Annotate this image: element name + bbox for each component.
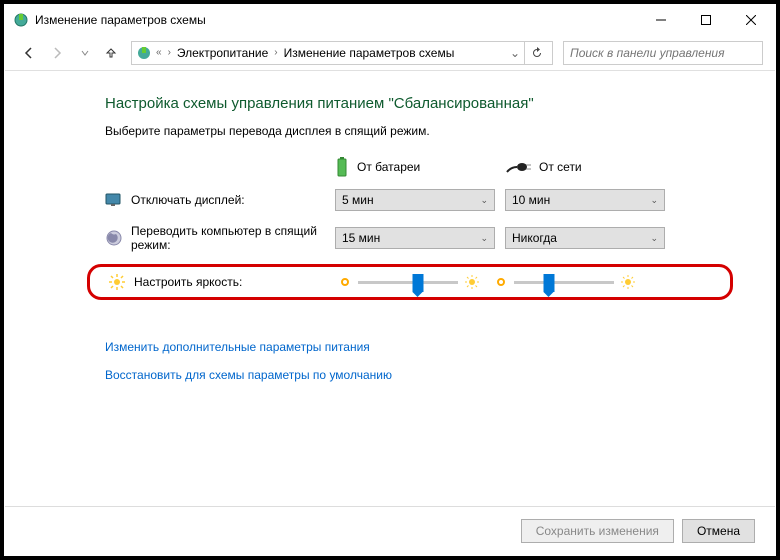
history-dropdown[interactable] <box>73 41 97 65</box>
display-icon <box>105 191 123 209</box>
column-battery-label: От батареи <box>357 160 420 174</box>
minimize-button[interactable] <box>638 5 683 35</box>
select-sleep-plugged[interactable]: Никогда⌄ <box>505 227 665 249</box>
breadcrumb[interactable]: « › Электропитание › Изменение параметро… <box>131 41 553 65</box>
chevron-down-icon: ⌄ <box>650 195 658 206</box>
slider-track[interactable] <box>514 281 614 284</box>
window-title: Изменение параметров схемы <box>35 13 638 27</box>
breadcrumb-dropdown[interactable]: ⌄ <box>506 46 524 60</box>
links-section: Изменить дополнительные параметры питани… <box>105 340 715 382</box>
content-area: Настройка схемы управления питанием "Сба… <box>5 71 775 506</box>
battery-icon <box>335 156 349 178</box>
column-battery: От батареи <box>335 156 505 178</box>
save-button: Сохранить изменения <box>521 519 674 543</box>
sun-small-icon <box>494 275 508 289</box>
slider-thumb[interactable] <box>413 274 424 292</box>
link-advanced[interactable]: Изменить дополнительные параметры питани… <box>105 340 715 354</box>
search-input[interactable] <box>570 46 756 60</box>
sleep-icon <box>105 229 123 247</box>
refresh-button[interactable] <box>524 41 548 65</box>
navigation-bar: « › Электропитание › Изменение параметро… <box>5 35 775 71</box>
power-icon <box>136 45 152 61</box>
columns-header: От батареи От сети <box>335 156 715 178</box>
sun-big-icon <box>620 274 636 290</box>
page-subheading: Выберите параметры перевода дисплея в сп… <box>105 124 715 138</box>
select-display-plugged[interactable]: 10 мин⌄ <box>505 189 665 211</box>
footer: Сохранить изменения Отмена <box>5 506 775 555</box>
breadcrumb-chevron-icon: « <box>156 47 162 58</box>
titlebar: Изменение параметров схемы <box>5 5 775 35</box>
brightness-slider-plugged <box>494 274 636 290</box>
sun-big-icon <box>464 274 480 290</box>
cancel-button[interactable]: Отмена <box>682 519 755 543</box>
chevron-down-icon: ⌄ <box>650 233 658 244</box>
link-restore[interactable]: Восстановить для схемы параметры по умол… <box>105 368 715 382</box>
column-plugged-label: От сети <box>539 160 582 174</box>
row-label: Настроить яркость: <box>134 275 338 289</box>
chevron-down-icon: ⌄ <box>480 233 488 244</box>
select-display-battery[interactable]: 5 мин⌄ <box>335 189 495 211</box>
breadcrumb-item[interactable]: Электропитание <box>177 46 268 60</box>
row-display-off: Отключать дисплей: 5 мин⌄ 10 мин⌄ <box>105 188 715 212</box>
back-button[interactable] <box>17 41 41 65</box>
maximize-button[interactable] <box>683 5 728 35</box>
close-button[interactable] <box>728 5 773 35</box>
plug-icon <box>505 160 531 174</box>
chevron-icon: › <box>274 47 277 58</box>
brightness-slider-battery <box>338 274 480 290</box>
sun-small-icon <box>338 275 352 289</box>
row-sleep: Переводить компьютер в спящий режим: 15 … <box>105 224 715 252</box>
search-box[interactable] <box>563 41 763 65</box>
select-sleep-battery[interactable]: 15 мин⌄ <box>335 227 495 249</box>
slider-track[interactable] <box>358 281 458 284</box>
up-button[interactable] <box>101 41 121 65</box>
power-options-icon <box>13 12 29 28</box>
forward-button[interactable] <box>45 41 69 65</box>
column-plugged: От сети <box>505 156 675 178</box>
page-heading: Настройка схемы управления питанием "Сба… <box>105 95 715 112</box>
row-label: Переводить компьютер в спящий режим: <box>131 224 335 252</box>
brightness-highlight: Настроить яркость: <box>87 264 733 300</box>
chevron-icon: › <box>168 47 171 58</box>
breadcrumb-item[interactable]: Изменение параметров схемы <box>284 46 455 60</box>
window-controls <box>638 5 773 35</box>
slider-thumb[interactable] <box>544 274 555 292</box>
window: Изменение параметров схемы « › Электропи… <box>4 4 776 556</box>
chevron-down-icon: ⌄ <box>480 195 488 206</box>
row-label: Отключать дисплей: <box>131 193 335 207</box>
brightness-icon <box>108 273 126 291</box>
